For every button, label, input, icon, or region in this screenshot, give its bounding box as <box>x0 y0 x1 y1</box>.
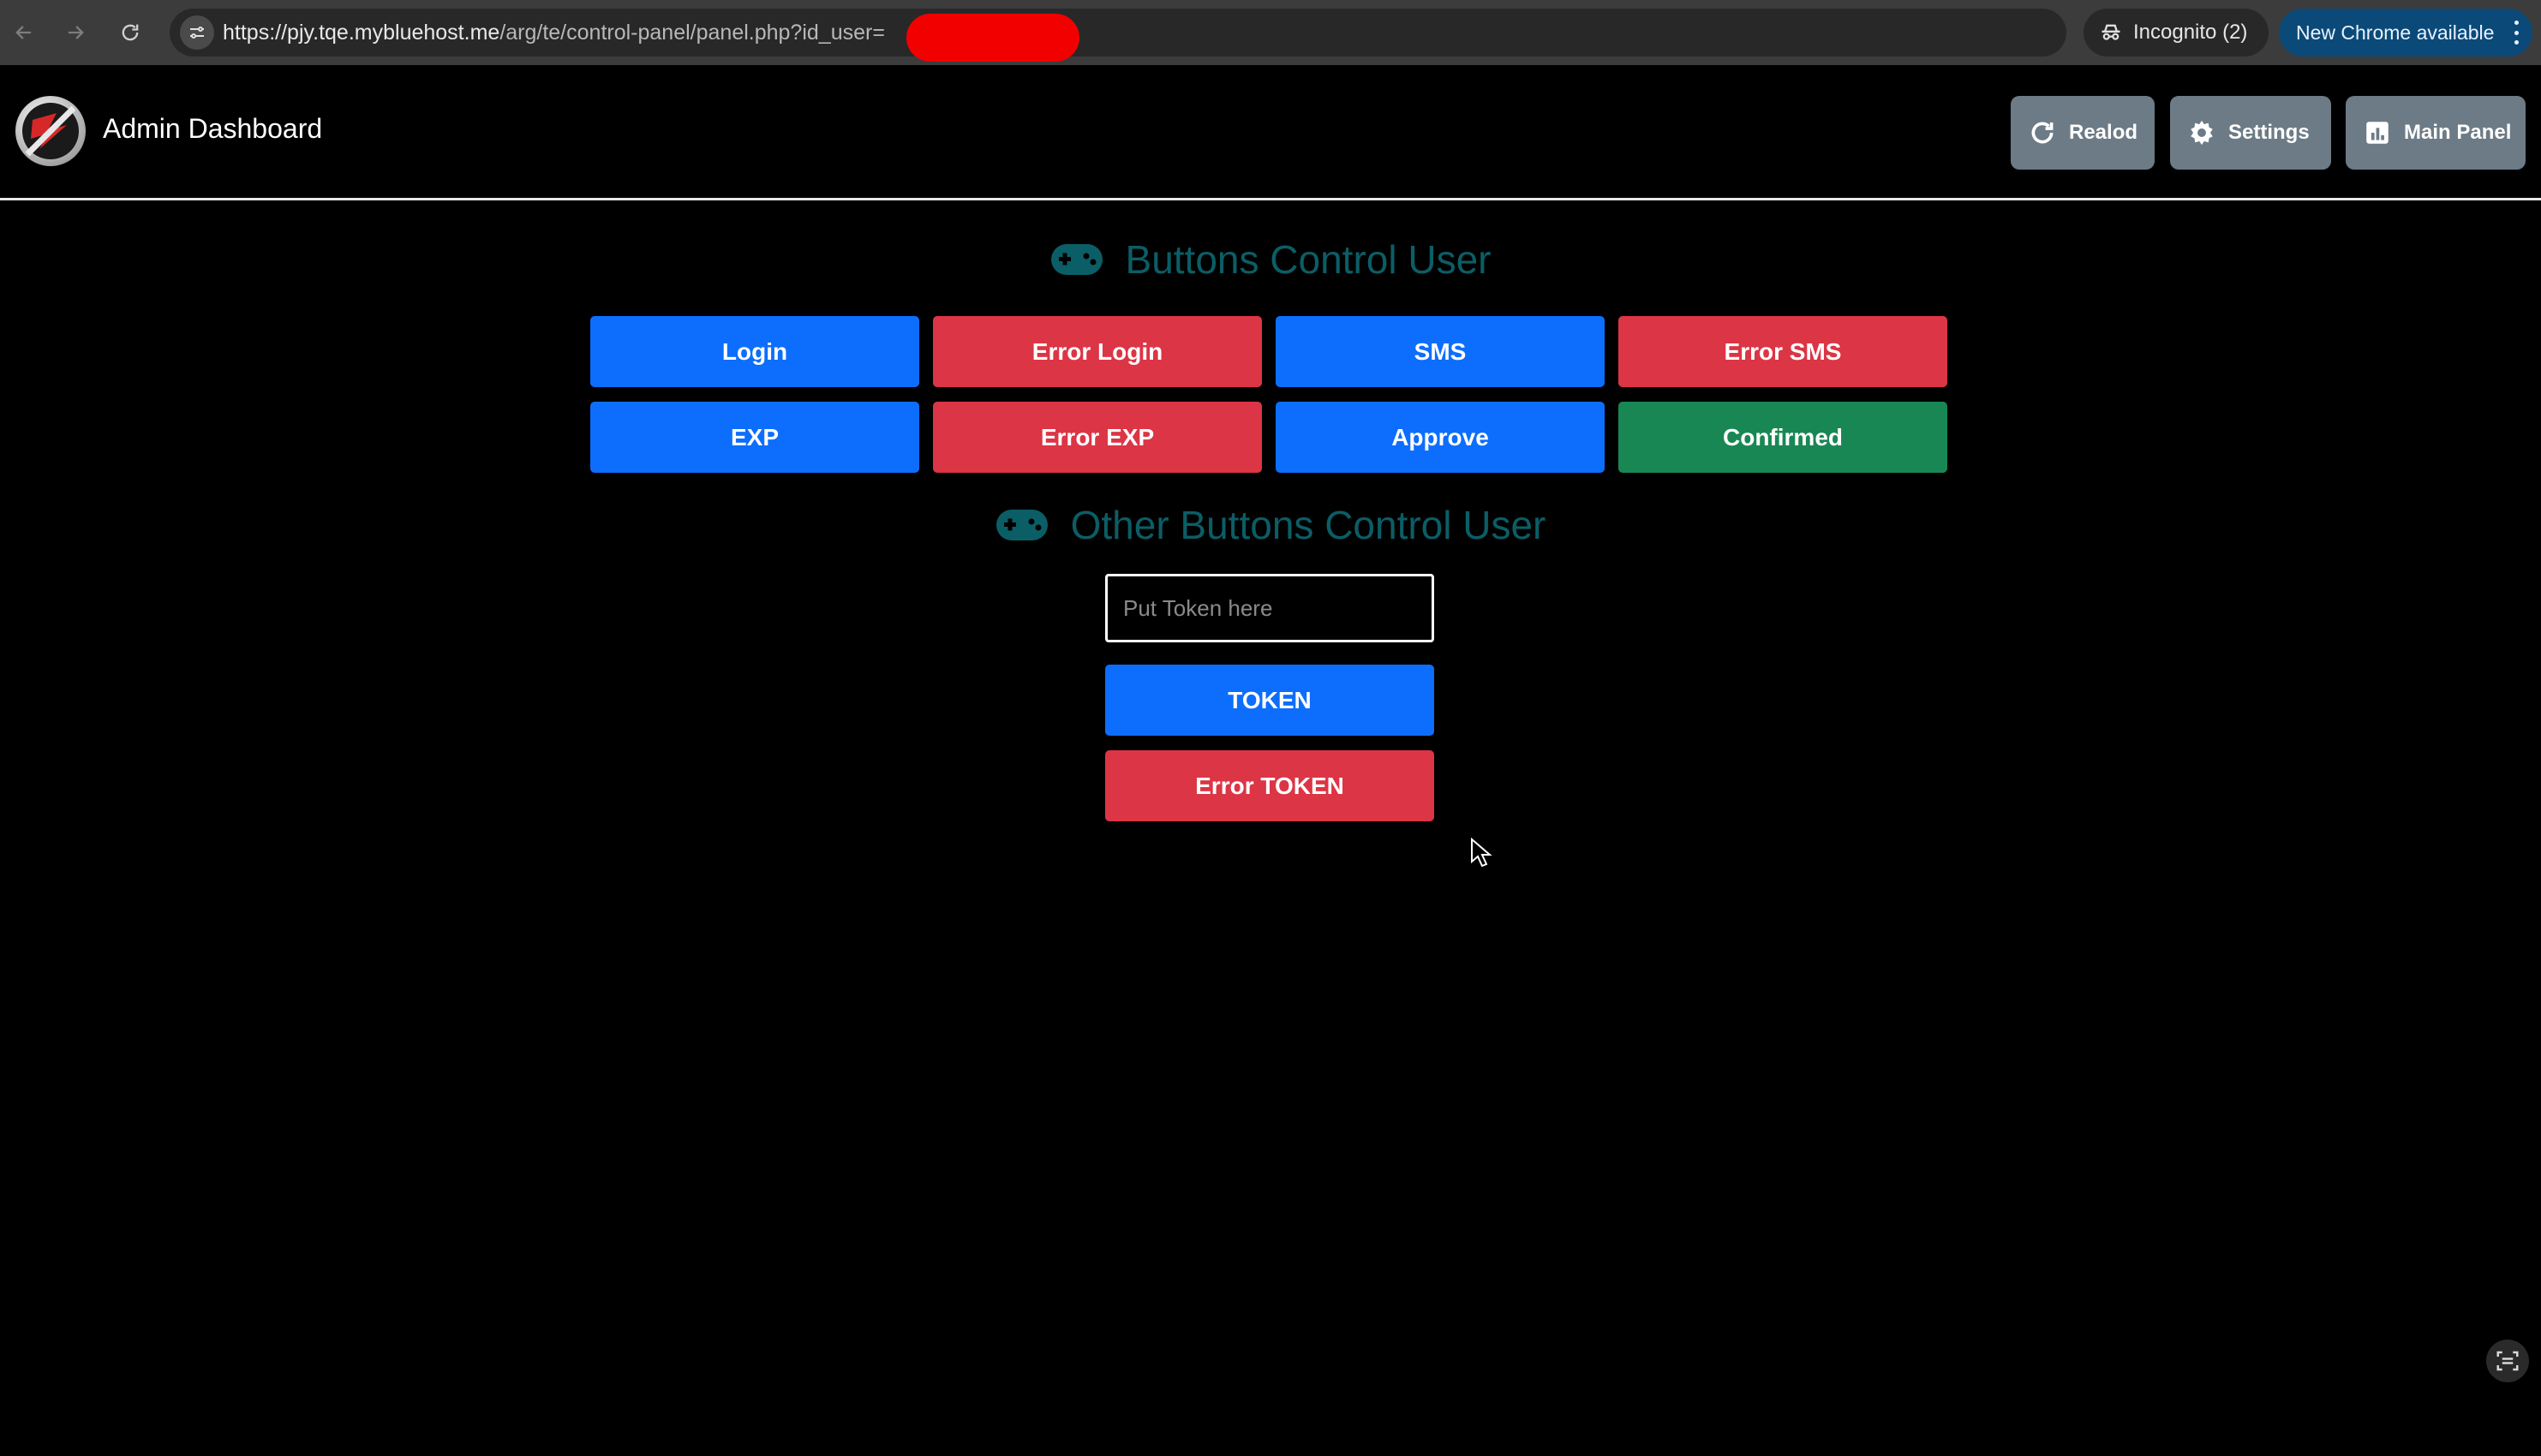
token-button[interactable]: TOKEN <box>1105 665 1434 736</box>
incognito-label: Incognito (2) <box>2133 21 2248 44</box>
arrow-left-icon <box>15 26 32 39</box>
settings-button[interactable]: Settings <box>2170 96 2331 170</box>
reload-button[interactable]: Realod <box>2011 96 2155 170</box>
update-label: New Chrome available <box>2296 21 2495 44</box>
login-button[interactable]: Login <box>590 316 919 387</box>
logo <box>15 96 86 166</box>
control-button-grid: Login Error Login SMS Error SMS EXP Erro… <box>590 316 1949 473</box>
lens-button[interactable] <box>2486 1340 2529 1382</box>
url-path: /arg/te/control-panel/panel.php?id_user= <box>499 21 885 45</box>
tune-icon <box>190 27 204 39</box>
gamepad-icon <box>1050 244 1103 275</box>
token-input[interactable] <box>1105 574 1434 642</box>
mouse-cursor-icon <box>1471 838 1492 868</box>
url-text: https://pjy.tqe.mybluehost.me/arg/te/con… <box>223 9 885 57</box>
error-login-button[interactable]: Error Login <box>933 316 1262 387</box>
app-header: Admin Dashboard Realod Settings Main Pan… <box>0 65 2541 200</box>
arrow-right-icon <box>68 26 84 39</box>
reload-icon <box>2031 122 2054 144</box>
gear-icon <box>2191 120 2213 146</box>
incognito-icon <box>2102 24 2120 40</box>
address-bar[interactable]: https://pjy.tqe.mybluehost.me/arg/te/con… <box>170 9 2213 62</box>
section-title-text: Buttons Control User <box>1125 237 1492 282</box>
url-host: https://pjy.tqe.mybluehost.me <box>223 21 500 45</box>
browser-toolbar: https://pjy.tqe.mybluehost.me/arg/te/con… <box>0 0 2541 65</box>
back-button[interactable] <box>5 14 43 51</box>
forward-button[interactable] <box>57 14 94 51</box>
gamepad-icon <box>995 510 1048 540</box>
chart-icon <box>2366 122 2389 144</box>
confirmed-button[interactable]: Confirmed <box>1618 402 1947 473</box>
kebab-menu-icon[interactable] <box>2514 21 2519 45</box>
redaction-mark <box>906 14 1079 62</box>
other-buttons-control-heading: Other Buttons Control User <box>0 502 2541 548</box>
error-sms-button[interactable]: Error SMS <box>1618 316 1947 387</box>
refresh-button[interactable] <box>111 14 149 51</box>
approve-button[interactable]: Approve <box>1276 402 1605 473</box>
exp-button[interactable]: EXP <box>590 402 919 473</box>
section-title-text: Other Buttons Control User <box>1070 503 1546 547</box>
refresh-icon <box>122 24 139 41</box>
main-panel-button[interactable]: Main Panel <box>2346 96 2526 170</box>
app-title: Admin Dashboard <box>103 113 323 144</box>
error-exp-button[interactable]: Error EXP <box>933 402 1262 473</box>
incognito-chip[interactable]: Incognito (2) <box>2084 9 2269 57</box>
sms-button[interactable]: SMS <box>1276 316 1605 387</box>
error-token-button[interactable]: Error TOKEN <box>1105 750 1434 821</box>
settings-label: Settings <box>2228 121 2310 144</box>
main-panel-label: Main Panel <box>2404 121 2512 144</box>
lens-capture-icon <box>2496 1351 2519 1371</box>
chrome-update-button[interactable]: New Chrome available <box>2279 9 2532 57</box>
site-info-button[interactable] <box>180 15 214 50</box>
reload-label: Realod <box>2069 121 2138 144</box>
buttons-control-heading: Buttons Control User <box>0 236 2541 283</box>
